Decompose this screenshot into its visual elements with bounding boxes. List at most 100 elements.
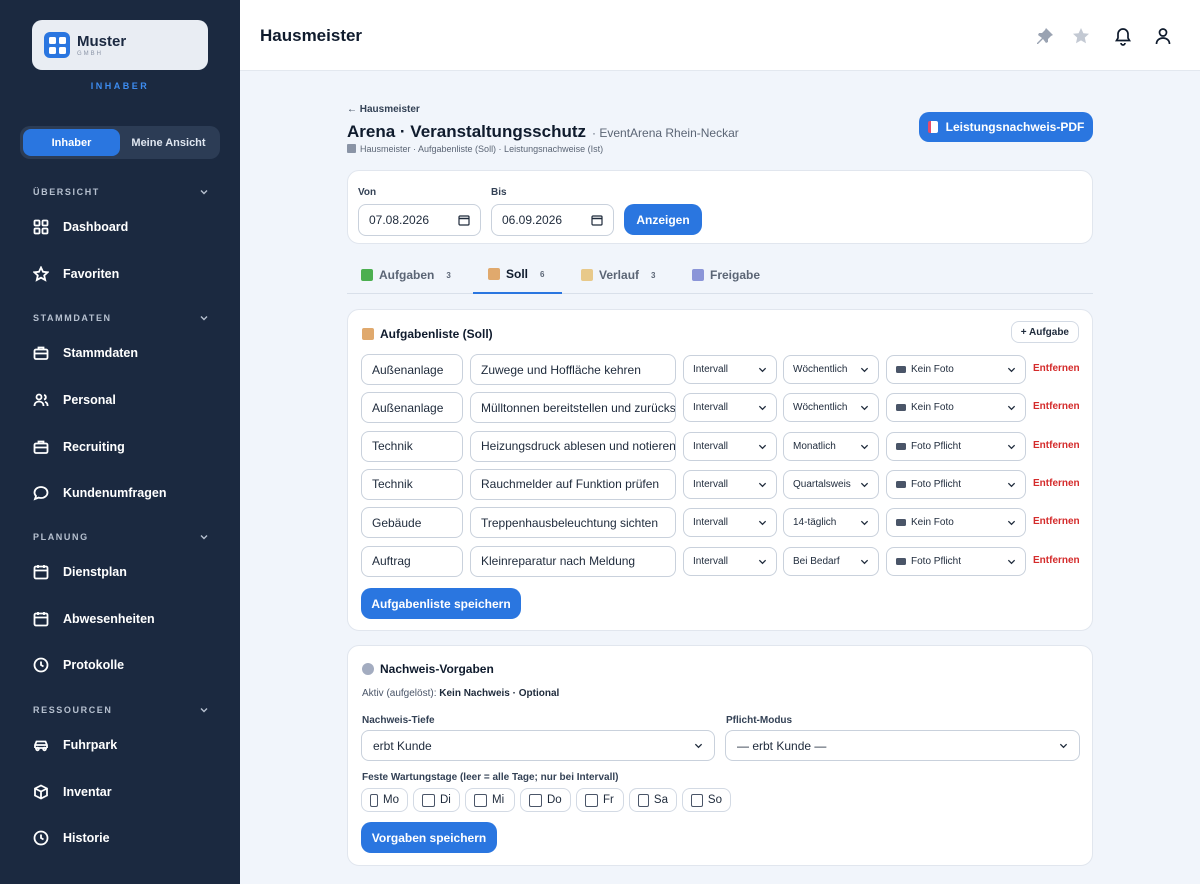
calendar-icon[interactable] (591, 214, 603, 226)
show-button[interactable]: Anzeigen (624, 204, 702, 235)
task-input[interactable]: Heizungsdruck ablesen und notieren (470, 430, 676, 462)
tab-soll[interactable]: Soll 6 (473, 256, 562, 294)
weekday-checkbox[interactable]: Mo (361, 788, 408, 812)
task-row: Außenanlage Zuwege und Hoffläche kehren In… (361, 354, 1081, 385)
task-input[interactable]: Mülltonnen bereitstellen und zurückstell… (470, 392, 676, 424)
sidebar-item-recruiting[interactable]: Recruiting (33, 435, 125, 459)
mode-select[interactable]: — erbt Kunde — (725, 730, 1080, 761)
remove-task-button[interactable]: Entfernen (1033, 516, 1080, 527)
pin-icon[interactable] (1035, 26, 1055, 46)
calendar-icon[interactable] (458, 214, 470, 226)
chevron-down-icon (758, 406, 767, 411)
sidebar-item-protocols[interactable]: Protokolle (33, 653, 124, 677)
save-proof-button[interactable]: Vorgaben speichern (361, 822, 497, 853)
sidebar-item-stammdaten[interactable]: Stammdaten (33, 341, 138, 365)
remove-task-button[interactable]: Entfernen (1033, 555, 1080, 566)
from-label: Von (358, 187, 377, 198)
sidebar-item-dashboard[interactable]: Dashboard (33, 215, 128, 239)
mode-select[interactable]: Intervall (683, 546, 777, 576)
checkbox-icon (370, 793, 379, 807)
category-input[interactable]: Auftrag (361, 545, 463, 577)
back-link[interactable]: ← Hausmeister (347, 104, 420, 115)
tab-label: Aufgaben (379, 268, 435, 282)
remove-task-button[interactable]: Entfernen (1033, 440, 1080, 451)
sidebar-item-dienstplan[interactable]: Dienstplan (33, 560, 127, 584)
photo-select[interactable]: Foto Pflicht (886, 431, 1026, 461)
interval-value: 14-täglich (793, 517, 837, 529)
task-value: Zuwege und Hoffläche kehren (481, 362, 641, 377)
section-resources[interactable]: RESSOURCEN (33, 705, 209, 715)
mode-select[interactable]: Intervall (683, 508, 777, 538)
weekday-checkbox[interactable]: Sa (629, 788, 677, 812)
sidebar-item-label: Dienstplan (63, 565, 127, 579)
weekday-checkbox[interactable]: Do (520, 788, 571, 812)
toggle-owner[interactable]: Inhaber (23, 129, 120, 156)
photo-select[interactable]: Foto Pflicht (886, 546, 1026, 576)
brand-logo[interactable]: Muster GMBH (32, 20, 208, 70)
mode-select[interactable]: Intervall (683, 431, 777, 461)
task-input[interactable]: Zuwege und Hoffläche kehren (470, 354, 676, 385)
mode-select[interactable]: Intervall (683, 469, 777, 499)
sidebar-item-label: Stammdaten (63, 346, 139, 360)
interval-select[interactable]: Quartalsweise (783, 469, 879, 499)
mode-select[interactable]: Intervall (683, 355, 777, 384)
calendar-icon (33, 565, 49, 580)
sidebar-item-absences[interactable]: Abwesenheiten (33, 607, 155, 631)
category-input[interactable]: Technik (361, 430, 463, 462)
category-input[interactable]: Außenanlage (361, 354, 463, 385)
remove-task-button[interactable]: Entfernen (1033, 478, 1080, 489)
sidebar-item-history[interactable]: Historie (33, 826, 110, 850)
category-input[interactable]: Außenanlage (361, 392, 463, 424)
section-overview[interactable]: ÜBERSICHT (33, 187, 209, 197)
toggle-my-view[interactable]: Meine Ansicht (120, 129, 217, 156)
star-icon[interactable] (1071, 26, 1091, 46)
sidebar-item-favorites[interactable]: Favoriten (33, 262, 119, 286)
sidebar-item-surveys[interactable]: Kundenumfragen (33, 481, 166, 505)
interval-select[interactable]: Bei Bedarf (783, 546, 879, 576)
task-input[interactable]: Kleinreparatur nach Meldung (470, 545, 676, 577)
category-input[interactable]: Technik (361, 468, 463, 500)
photo-select[interactable]: Foto Pflicht (886, 469, 1026, 499)
interval-select[interactable]: 14-täglich (783, 508, 879, 538)
photo-select[interactable]: Kein Foto (886, 393, 1026, 423)
save-tasklist-button[interactable]: Aufgabenliste speichern (361, 588, 521, 619)
pdf-export-button[interactable]: Leistungsnachweis-PDF (919, 112, 1093, 142)
tasklist-title-text: Aufgabenliste (Soll) (380, 327, 493, 341)
interval-value: Wöchentlich (793, 364, 848, 375)
weekday-checkbox[interactable]: Di (413, 788, 460, 812)
sidebar-item-label: Dashboard (63, 220, 129, 234)
interval-select[interactable]: Monatlich (783, 431, 879, 461)
from-date-input[interactable]: 07.08.2026 (358, 204, 481, 236)
sidebar-item-fleet[interactable]: Fuhrpark (33, 733, 117, 757)
task-input[interactable]: Treppenhausbeleuchtung sichten (470, 507, 676, 539)
category-input[interactable]: Gebäude (361, 507, 463, 539)
tab-tasks[interactable]: Aufgaben 3 (361, 256, 451, 294)
section-planning-label: PLANUNG (33, 532, 89, 542)
weekday-checkbox[interactable]: So (682, 788, 731, 812)
task-input[interactable]: Rauchmelder auf Funktion prüfen (470, 468, 676, 500)
mode-value: — erbt Kunde — (737, 738, 827, 753)
section-planning[interactable]: PLANUNG (33, 532, 209, 542)
interval-select[interactable]: Wöchentlich (783, 355, 879, 384)
user-icon[interactable] (1153, 26, 1173, 46)
tab-approval[interactable]: Freigabe (692, 256, 760, 294)
mode-label: Pflicht-Modus (726, 715, 793, 726)
mode-select[interactable]: Intervall (683, 393, 777, 423)
bell-icon[interactable] (1113, 26, 1133, 46)
sidebar-item-personal[interactable]: Personal (33, 388, 116, 412)
remove-task-button[interactable]: Entfernen (1033, 401, 1080, 412)
depth-select[interactable]: erbt Kunde (361, 730, 715, 761)
tab-history[interactable]: Verlauf 3 (581, 256, 655, 294)
to-date-input[interactable]: 06.09.2026 (491, 204, 614, 236)
sidebar-item-inventory[interactable]: Inventar (33, 780, 112, 804)
add-task-button[interactable]: + Aufgabe (1010, 321, 1079, 343)
weekday-checkbox[interactable]: Mi (465, 788, 515, 812)
remove-task-button[interactable]: Entfernen (1033, 363, 1080, 374)
section-master[interactable]: STAMMDATEN (33, 313, 209, 323)
photo-value: Foto Pflicht (911, 440, 962, 452)
photo-select[interactable]: Kein Foto (886, 508, 1026, 538)
interval-select[interactable]: Wöchentlich (783, 393, 879, 423)
checkbox-icon (529, 793, 542, 807)
weekday-checkbox[interactable]: Fr (576, 788, 624, 812)
photo-select[interactable]: Kein Foto (886, 355, 1026, 384)
